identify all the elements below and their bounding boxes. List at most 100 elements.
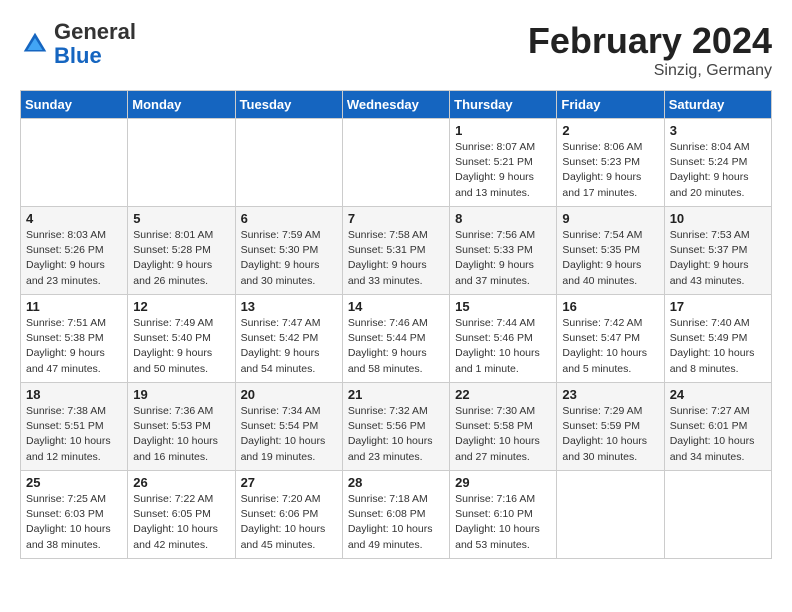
day-number: 18: [26, 387, 122, 402]
calendar-cell: 3Sunrise: 8:04 AM Sunset: 5:24 PM Daylig…: [664, 119, 771, 207]
day-number: 1: [455, 123, 551, 138]
day-info: Sunrise: 7:36 AM Sunset: 5:53 PM Dayligh…: [133, 404, 229, 465]
day-number: 9: [562, 211, 658, 226]
day-number: 8: [455, 211, 551, 226]
day-info: Sunrise: 8:06 AM Sunset: 5:23 PM Dayligh…: [562, 140, 658, 201]
day-number: 24: [670, 387, 766, 402]
day-number: 26: [133, 475, 229, 490]
calendar-cell: 6Sunrise: 7:59 AM Sunset: 5:30 PM Daylig…: [235, 207, 342, 295]
day-number: 5: [133, 211, 229, 226]
calendar-week: 25Sunrise: 7:25 AM Sunset: 6:03 PM Dayli…: [21, 471, 772, 559]
day-info: Sunrise: 8:07 AM Sunset: 5:21 PM Dayligh…: [455, 140, 551, 201]
calendar-cell: 18 Sunrise: 7:38 AM Sunset: 5:51 PM Dayli…: [21, 383, 128, 471]
day-info: Sunrise: 7:44 AM Sunset: 5:46 PM Dayligh…: [455, 316, 551, 377]
page-header: General Blue February 2024 Sinzig, Germa…: [20, 20, 772, 80]
logo-text: General Blue: [54, 20, 136, 68]
calendar-cell: 2 Sunrise: 8:06 AM Sunset: 5:23 PM Daylig…: [557, 119, 664, 207]
calendar-cell: [235, 119, 342, 207]
calendar-cell: 14Sunrise: 7:46 AM Sunset: 5:44 PM Dayli…: [342, 295, 449, 383]
calendar-cell: 28 Sunrise: 7:18 AM Sunset: 6:08 PM Dayli…: [342, 471, 449, 559]
weekday-header: Thursday: [450, 91, 557, 119]
calendar-cell: 21 Sunrise: 7:32 AM Sunset: 5:56 PM Dayli…: [342, 383, 449, 471]
location: Sinzig, Germany: [528, 62, 772, 80]
day-info: Sunrise: 8:03 AM Sunset: 5:26 PM Dayligh…: [26, 228, 122, 289]
day-info: Sunrise: 7:34 AM Sunset: 5:54 PM Dayligh…: [241, 404, 337, 465]
day-info: Sunrise: 7:22 AM Sunset: 6:05 PM Dayligh…: [133, 492, 229, 553]
logo-general: General: [54, 19, 136, 44]
calendar-cell: [128, 119, 235, 207]
day-info: Sunrise: 7:20 AM Sunset: 6:06 PM Dayligh…: [241, 492, 337, 553]
day-number: 22: [455, 387, 551, 402]
calendar-cell: 1 Sunrise: 8:07 AM Sunset: 5:21 PM Daylig…: [450, 119, 557, 207]
calendar-cell: 27 Sunrise: 7:20 AM Sunset: 6:06 PM Dayli…: [235, 471, 342, 559]
calendar-cell: [21, 119, 128, 207]
calendar-cell: 23 Sunrise: 7:29 AM Sunset: 5:59 PM Dayli…: [557, 383, 664, 471]
day-number: 11: [26, 299, 122, 314]
day-number: 12: [133, 299, 229, 314]
calendar-cell: 22Sunrise: 7:30 AM Sunset: 5:58 PM Dayli…: [450, 383, 557, 471]
calendar-week: 11 Sunrise: 7:51 AM Sunset: 5:38 PM Dayli…: [21, 295, 772, 383]
day-number: 23: [562, 387, 658, 402]
calendar-cell: 9 Sunrise: 7:54 AM Sunset: 5:35 PM Daylig…: [557, 207, 664, 295]
calendar-cell: 15 Sunrise: 7:44 AM Sunset: 5:46 PM Dayli…: [450, 295, 557, 383]
day-info: Sunrise: 7:32 AM Sunset: 5:56 PM Dayligh…: [348, 404, 444, 465]
weekday-header: Wednesday: [342, 91, 449, 119]
calendar-cell: 26 Sunrise: 7:22 AM Sunset: 6:05 PM Dayli…: [128, 471, 235, 559]
weekday-header: Sunday: [21, 91, 128, 119]
calendar-cell: 24 Sunrise: 7:27 AM Sunset: 6:01 PM Dayli…: [664, 383, 771, 471]
month-year: February 2024: [528, 20, 772, 62]
calendar-cell: 13Sunrise: 7:47 AM Sunset: 5:42 PM Dayli…: [235, 295, 342, 383]
day-number: 4: [26, 211, 122, 226]
day-number: 16: [562, 299, 658, 314]
calendar-cell: [664, 471, 771, 559]
day-number: 25: [26, 475, 122, 490]
day-info: Sunrise: 8:01 AM Sunset: 5:28 PM Dayligh…: [133, 228, 229, 289]
day-number: 14: [348, 299, 444, 314]
day-info: Sunrise: 7:18 AM Sunset: 6:08 PM Dayligh…: [348, 492, 444, 553]
day-info: Sunrise: 7:42 AM Sunset: 5:47 PM Dayligh…: [562, 316, 658, 377]
day-number: 19: [133, 387, 229, 402]
calendar-cell: 10Sunrise: 7:53 AM Sunset: 5:37 PM Dayli…: [664, 207, 771, 295]
day-info: Sunrise: 7:16 AM Sunset: 6:10 PM Dayligh…: [455, 492, 551, 553]
day-number: 13: [241, 299, 337, 314]
calendar-cell: 16 Sunrise: 7:42 AM Sunset: 5:47 PM Dayli…: [557, 295, 664, 383]
weekday-header: Friday: [557, 91, 664, 119]
day-number: 20: [241, 387, 337, 402]
calendar-cell: 25Sunrise: 7:25 AM Sunset: 6:03 PM Dayli…: [21, 471, 128, 559]
day-number: 21: [348, 387, 444, 402]
day-number: 7: [348, 211, 444, 226]
calendar-week: 1 Sunrise: 8:07 AM Sunset: 5:21 PM Daylig…: [21, 119, 772, 207]
day-info: Sunrise: 7:49 AM Sunset: 5:40 PM Dayligh…: [133, 316, 229, 377]
day-number: 3: [670, 123, 766, 138]
weekday-row: SundayMondayTuesdayWednesdayThursdayFrid…: [21, 91, 772, 119]
calendar-cell: [557, 471, 664, 559]
day-number: 17: [670, 299, 766, 314]
day-number: 2: [562, 123, 658, 138]
day-info: Sunrise: 7:38 AM Sunset: 5:51 PM Dayligh…: [26, 404, 122, 465]
calendar-week: 18 Sunrise: 7:38 AM Sunset: 5:51 PM Dayli…: [21, 383, 772, 471]
day-number: 27: [241, 475, 337, 490]
day-info: Sunrise: 7:40 AM Sunset: 5:49 PM Dayligh…: [670, 316, 766, 377]
calendar-cell: 19 Sunrise: 7:36 AM Sunset: 5:53 PM Dayli…: [128, 383, 235, 471]
calendar-table: SundayMondayTuesdayWednesdayThursdayFrid…: [20, 90, 772, 559]
day-info: Sunrise: 7:29 AM Sunset: 5:59 PM Dayligh…: [562, 404, 658, 465]
day-number: 28: [348, 475, 444, 490]
day-info: Sunrise: 7:54 AM Sunset: 5:35 PM Dayligh…: [562, 228, 658, 289]
day-info: Sunrise: 7:27 AM Sunset: 6:01 PM Dayligh…: [670, 404, 766, 465]
calendar-cell: 20 Sunrise: 7:34 AM Sunset: 5:54 PM Dayli…: [235, 383, 342, 471]
calendar-header: SundayMondayTuesdayWednesdayThursdayFrid…: [21, 91, 772, 119]
calendar-cell: 4 Sunrise: 8:03 AM Sunset: 5:26 PM Daylig…: [21, 207, 128, 295]
calendar-cell: 8Sunrise: 7:56 AM Sunset: 5:33 PM Daylig…: [450, 207, 557, 295]
weekday-header: Tuesday: [235, 91, 342, 119]
calendar-body: 1 Sunrise: 8:07 AM Sunset: 5:21 PM Daylig…: [21, 119, 772, 559]
logo-blue-text: Blue: [54, 43, 102, 68]
day-number: 10: [670, 211, 766, 226]
day-info: Sunrise: 7:51 AM Sunset: 5:38 PM Dayligh…: [26, 316, 122, 377]
day-info: Sunrise: 7:58 AM Sunset: 5:31 PM Dayligh…: [348, 228, 444, 289]
day-number: 29: [455, 475, 551, 490]
day-number: 15: [455, 299, 551, 314]
calendar-cell: 7 Sunrise: 7:58 AM Sunset: 5:31 PM Daylig…: [342, 207, 449, 295]
calendar-cell: 11 Sunrise: 7:51 AM Sunset: 5:38 PM Dayli…: [21, 295, 128, 383]
calendar-cell: 29 Sunrise: 7:16 AM Sunset: 6:10 PM Dayli…: [450, 471, 557, 559]
calendar-cell: 5 Sunrise: 8:01 AM Sunset: 5:28 PM Daylig…: [128, 207, 235, 295]
